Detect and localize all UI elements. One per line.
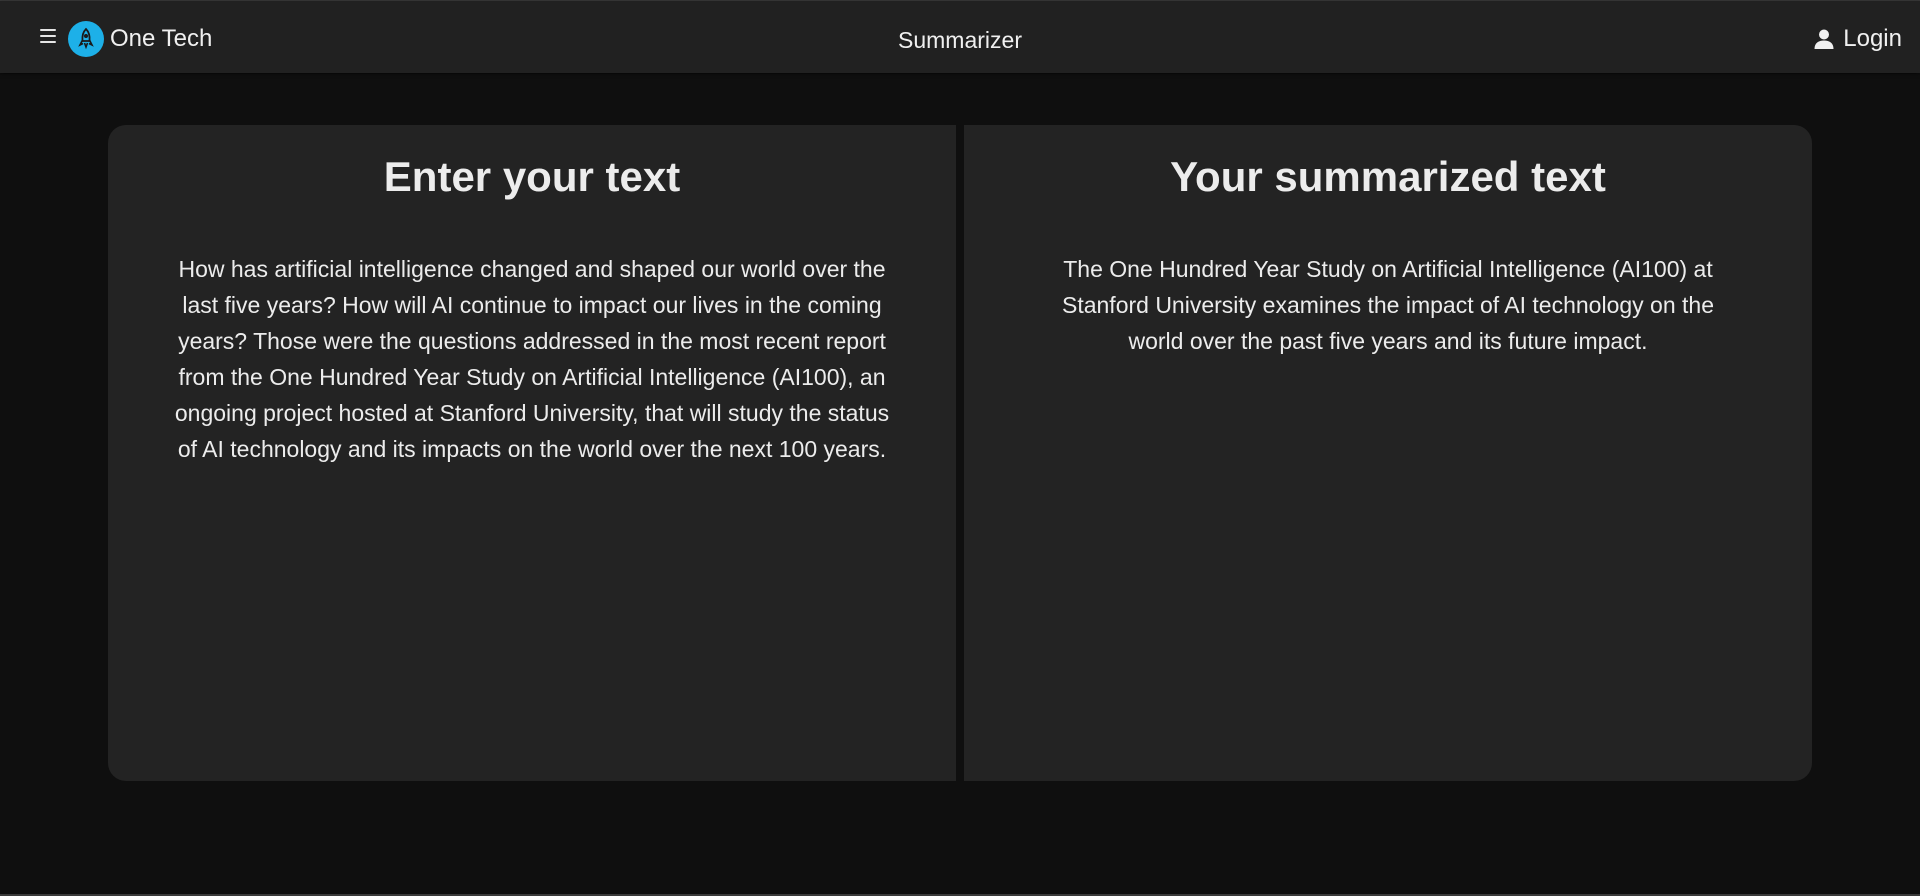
output-panel-heading: Your summarized text xyxy=(1170,153,1606,200)
input-panel: Enter your text How has artificial intel… xyxy=(108,125,956,781)
login-label: Login xyxy=(1843,25,1902,52)
page-title: Summarizer xyxy=(898,27,1022,53)
login-button[interactable]: Login xyxy=(1813,24,1902,54)
top-navbar: One Tech Summarizer Login xyxy=(0,1,1920,73)
summarized-text: The One Hundred Year Study on Artificial… xyxy=(1061,256,1715,354)
page: One Tech Summarizer Login Enter your tex… xyxy=(0,0,1920,896)
input-panel-heading: Enter your text xyxy=(383,153,681,200)
user-icon xyxy=(1814,29,1834,49)
output-panel: Your summarized text The One Hundred Yea… xyxy=(964,125,1812,781)
input-text-area[interactable]: How has artificial intelligence changed … xyxy=(168,251,896,467)
